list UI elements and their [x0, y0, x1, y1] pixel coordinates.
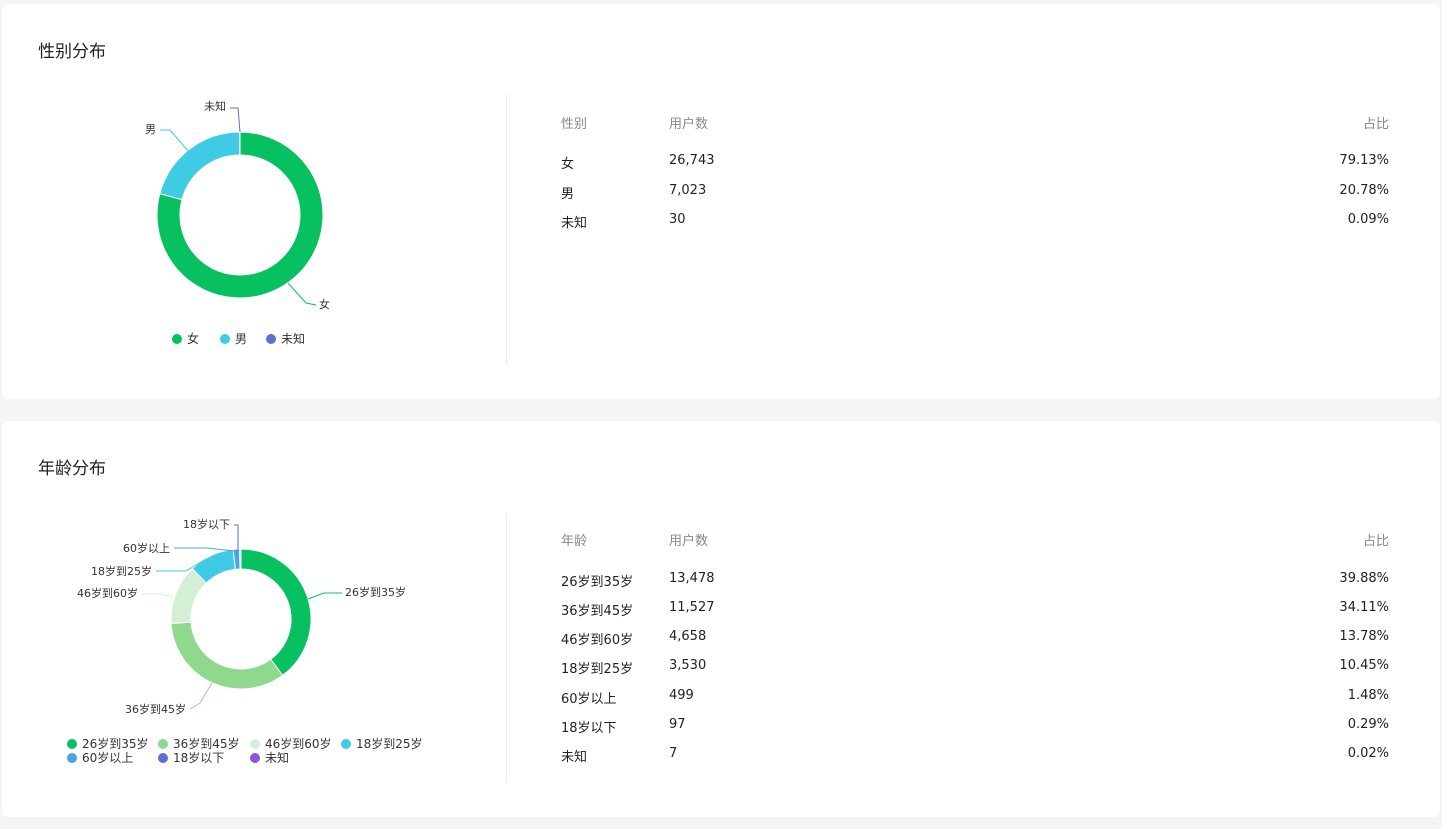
table-cell: 18岁以下	[561, 721, 617, 736]
table-cell: 0.09%	[1347, 212, 1389, 227]
legend-label: 18岁到25岁	[356, 737, 423, 751]
table-cell: 97	[669, 717, 686, 732]
table-cell: 4,658	[669, 629, 707, 644]
label-line-18岁以下	[234, 524, 239, 551]
legend-item-18岁以下[interactable]: 18岁以下	[158, 749, 224, 766]
slice-label-未知: 未知	[204, 99, 226, 113]
donut-slice-男[interactable]	[159, 131, 241, 201]
table-row: 18岁以下 97 0.29%	[561, 717, 1389, 737]
table-cell: 30	[669, 212, 686, 227]
legend-item-18岁到25岁[interactable]: 18岁到25岁	[341, 735, 423, 752]
label-line-36岁到45岁	[189, 682, 213, 710]
divider	[506, 513, 507, 783]
legend-label: 18岁以下	[173, 751, 225, 765]
label-line-女	[287, 282, 317, 306]
table-cell: 10.45%	[1339, 658, 1389, 673]
label-line-男	[160, 129, 190, 153]
table-cell: 男	[561, 187, 575, 202]
table-row: 60岁以上 499 1.48%	[561, 688, 1389, 708]
legend-dot-icon	[250, 752, 260, 763]
legend-dot-icon	[266, 333, 276, 344]
table-row: 26岁到35岁 13,478 39.88%	[561, 571, 1389, 591]
legend-item-60岁以上[interactable]: 60岁以上	[67, 749, 133, 766]
table-cell: 3,530	[669, 658, 707, 673]
table-cell: 36岁到45岁	[561, 604, 634, 619]
donut-slice-36岁到45岁[interactable]	[170, 621, 284, 690]
legend-label: 女	[187, 332, 200, 346]
table-row: 46岁到60岁 4,658 13.78%	[561, 629, 1389, 649]
gender-donut-chart: 女 男 未知	[145, 99, 330, 311]
table-cell: 60岁以上	[561, 692, 617, 707]
legend-dot-icon	[158, 752, 168, 763]
slice-label-18岁到25岁: 18岁到25岁	[91, 564, 152, 578]
gender-card: 性别分布 女男未知 女男未知 性别 用户数 占比 女 26,743 79.13%…	[2, 4, 1440, 399]
table-row: 36岁到45岁 11,527 34.11%	[561, 600, 1389, 620]
slice-label-36岁到45岁: 36岁到45岁	[125, 702, 186, 716]
table-cell: 7,023	[669, 183, 707, 198]
legend-dot-icon	[172, 333, 182, 344]
table-row: 未知 30 0.09%	[561, 212, 1389, 232]
table-cell: 0.02%	[1347, 746, 1389, 761]
table-cell: 499	[669, 688, 694, 703]
label-line-26岁到35岁	[307, 592, 342, 600]
legend-item-男[interactable]: 男	[220, 330, 247, 347]
table-cell: 7	[669, 746, 678, 761]
table-row: 18岁到25岁 3,530 10.45%	[561, 658, 1389, 678]
legend-label: 未知	[265, 751, 290, 765]
col-header: 用户数	[669, 534, 709, 549]
slice-label-46岁到60岁: 46岁到60岁	[77, 586, 138, 600]
legend-label: 未知	[281, 332, 306, 346]
table-cell: 0.29%	[1347, 717, 1389, 732]
slice-label-26岁到35岁: 26岁到35岁	[345, 585, 406, 599]
table-row: 男 7,023 20.78%	[561, 183, 1389, 203]
col-header: 性别	[561, 117, 588, 132]
slice-label-男: 男	[145, 123, 156, 136]
legend-item-女[interactable]: 女	[172, 330, 199, 347]
table-row: 未知 7 0.02%	[561, 746, 1389, 766]
legend-label: 60岁以上	[82, 751, 134, 765]
legend-item-未知[interactable]: 未知	[250, 749, 289, 766]
divider	[506, 94, 507, 364]
table-cell: 11,527	[669, 600, 715, 615]
col-header: 占比	[1362, 117, 1389, 132]
label-line-未知	[230, 107, 241, 133]
legend-dot-icon	[341, 738, 351, 749]
table-cell: 20.78%	[1339, 183, 1389, 198]
table-cell: 18岁到25岁	[561, 662, 634, 677]
table-cell: 34.11%	[1339, 600, 1389, 615]
legend-dot-icon	[158, 738, 168, 749]
table-header: 性别 用户数 占比	[561, 113, 1389, 133]
slice-label-18岁以下: 18岁以下	[183, 517, 230, 531]
legend-dot-icon	[67, 738, 77, 749]
table-cell: 13.78%	[1339, 629, 1389, 644]
table-header: 年龄 用户数 占比	[561, 530, 1389, 550]
table-row: 女 26,743 79.13%	[561, 153, 1389, 173]
donut-slice-26岁到35岁[interactable]	[240, 548, 312, 677]
table-cell: 46岁到60岁	[561, 633, 634, 648]
slice-label-女: 女	[319, 297, 330, 311]
legend-dot-icon	[67, 752, 77, 763]
age-card: 年龄分布 26岁到35岁 36岁到45岁 46岁到60岁 18岁到25岁 60岁以上 18…	[2, 421, 1440, 817]
table-cell: 未知	[561, 216, 588, 231]
table-cell: 未知	[561, 750, 588, 765]
col-header: 占比	[1362, 534, 1389, 549]
col-header: 用户数	[669, 117, 709, 132]
slice-label-60岁以上: 60岁以上	[123, 541, 170, 555]
label-line-46岁到60岁	[142, 593, 174, 598]
table-cell: 39.88%	[1339, 571, 1389, 586]
legend-dot-icon	[220, 333, 230, 344]
legend-label: 男	[235, 332, 248, 346]
table-cell: 26,743	[669, 153, 715, 168]
col-header: 年龄	[561, 534, 588, 549]
legend-dot-icon	[250, 738, 260, 749]
table-cell: 26岁到35岁	[561, 575, 634, 590]
table-cell: 女	[561, 157, 575, 172]
table-cell: 79.13%	[1339, 153, 1389, 168]
table-cell: 13,478	[669, 571, 715, 586]
table-cell: 1.48%	[1347, 688, 1389, 703]
legend-item-未知[interactable]: 未知	[266, 330, 305, 347]
